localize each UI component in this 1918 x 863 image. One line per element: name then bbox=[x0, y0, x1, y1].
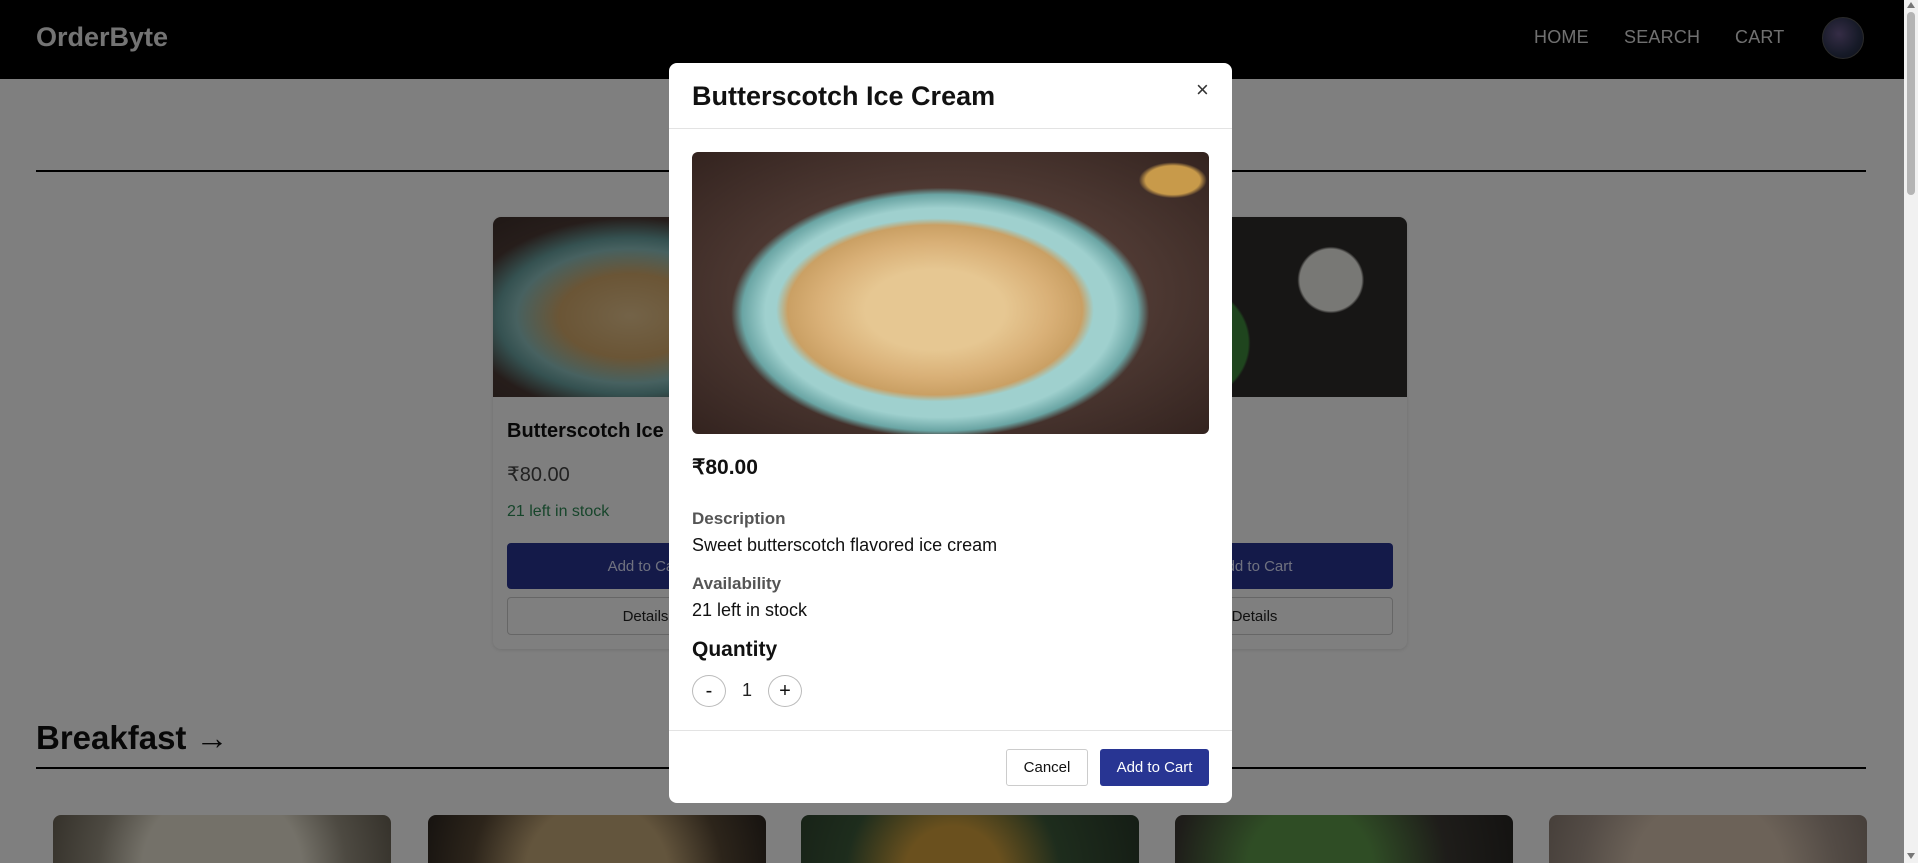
modal-divider bbox=[669, 730, 1232, 731]
cancel-button[interactable]: Cancel bbox=[1006, 749, 1088, 786]
close-icon[interactable]: × bbox=[1196, 77, 1209, 103]
quantity-increase-button[interactable]: + bbox=[768, 675, 802, 707]
scrollbar-thumb[interactable] bbox=[1907, 12, 1915, 195]
modal-add-to-cart-button[interactable]: Add to Cart bbox=[1100, 749, 1209, 786]
quantity-decrease-button[interactable]: - bbox=[692, 675, 726, 707]
availability-text: 21 left in stock bbox=[692, 600, 808, 620]
product-details-modal: Butterscotch Ice Cream × ₹80.00 Descript… bbox=[669, 63, 1232, 803]
availability-label: Availability bbox=[692, 574, 782, 593]
quantity-value: 1 bbox=[742, 680, 753, 700]
page-scrollbar[interactable] bbox=[1904, 0, 1918, 863]
quantity-label: Quantity bbox=[692, 638, 778, 661]
scroll-down-arrow-icon[interactable] bbox=[1907, 853, 1915, 859]
product-image bbox=[692, 152, 1209, 434]
description-text: Sweet butterscotch flavored ice cream bbox=[692, 535, 998, 555]
modal-title: Butterscotch Ice Cream bbox=[692, 81, 996, 111]
description-label: Description bbox=[692, 509, 786, 528]
modal-price: ₹80.00 bbox=[692, 456, 758, 479]
scroll-up-arrow-icon[interactable] bbox=[1907, 2, 1915, 8]
modal-divider bbox=[669, 128, 1232, 129]
